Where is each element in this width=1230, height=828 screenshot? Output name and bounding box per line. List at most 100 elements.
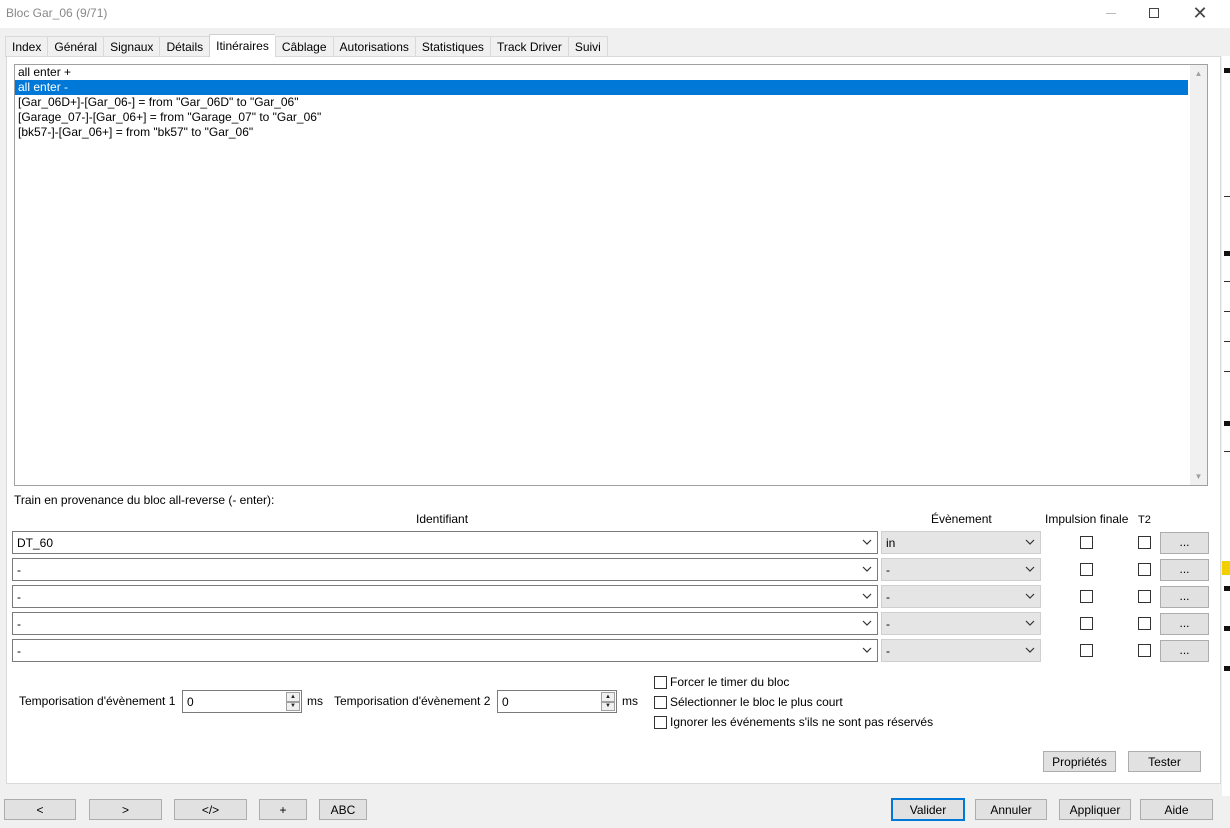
test-button[interactable]: Tester	[1128, 751, 1201, 772]
identifier-select[interactable]: -	[12, 639, 878, 662]
force-timer-checkbox[interactable]	[654, 675, 667, 689]
background-mark	[1224, 586, 1230, 591]
timer1-value: 0	[187, 694, 194, 709]
event-select[interactable]: -	[881, 639, 1041, 662]
more-button[interactable]: ...	[1160, 586, 1209, 608]
scroll-down-icon[interactable]: ▼	[1190, 468, 1207, 485]
chevron-down-icon	[862, 566, 872, 572]
cancel-button[interactable]: Annuler	[975, 799, 1047, 820]
identifier-select[interactable]: DT_60	[12, 531, 878, 554]
identifier-select[interactable]: -	[12, 612, 878, 635]
tab-signals[interactable]: Signaux	[103, 36, 160, 57]
pulse-checkbox[interactable]	[1080, 617, 1093, 630]
background-line	[1224, 281, 1230, 282]
vertical-scrollbar[interactable]: ▲ ▼	[1190, 65, 1207, 485]
t2-checkbox[interactable]	[1138, 536, 1151, 549]
tab-statistics[interactable]: Statistiques	[414, 36, 490, 57]
tab-wiring[interactable]: Câblage	[274, 36, 333, 57]
ok-button[interactable]: Valider	[891, 798, 965, 821]
spin-up-icon[interactable]: ▲	[286, 692, 300, 702]
ignore-unreserved-label: Ignorer les événements s'ils ne sont pas…	[670, 715, 934, 729]
background-line	[1224, 196, 1230, 197]
list-item[interactable]: [Garage_07-]-[Gar_06+] = from "Garage_07…	[15, 110, 1188, 125]
minimize-icon	[1106, 12, 1116, 14]
list-item-selected[interactable]: all enter -	[15, 80, 1188, 95]
background-line	[1224, 311, 1230, 312]
code-button[interactable]: </>	[174, 799, 247, 820]
tab-permissions[interactable]: Autorisations	[332, 36, 415, 57]
identifier-value: -	[17, 616, 21, 631]
properties-button[interactable]: Propriétés	[1043, 751, 1116, 772]
background-line	[1224, 371, 1230, 372]
more-button[interactable]: ...	[1160, 532, 1209, 554]
timer1-input[interactable]: 0 ▲ ▼	[182, 690, 302, 713]
shortest-option[interactable]: Sélectionner le bloc le plus court	[654, 695, 843, 709]
help-button[interactable]: Aide	[1140, 799, 1213, 820]
ignore-unreserved-option[interactable]: Ignorer les événements s'ils ne sont pas…	[654, 715, 933, 729]
t2-checkbox[interactable]	[1138, 590, 1151, 603]
ignore-unreserved-checkbox[interactable]	[654, 715, 667, 729]
event-value: -	[886, 643, 890, 658]
event-select[interactable]: -	[881, 612, 1041, 635]
more-button[interactable]: ...	[1160, 640, 1209, 662]
identifier-select[interactable]: -	[12, 558, 878, 581]
minimize-button[interactable]	[1088, 0, 1134, 26]
background-mark	[1224, 666, 1230, 671]
pulse-checkbox[interactable]	[1080, 590, 1093, 603]
pulse-header: Impulsion finale	[1045, 512, 1129, 526]
background-mark	[1224, 68, 1230, 73]
event-select[interactable]: in	[881, 531, 1041, 554]
tab-track-driver[interactable]: Track Driver	[489, 36, 568, 57]
abc-button[interactable]: ABC	[319, 799, 367, 820]
tab-details[interactable]: Détails	[159, 36, 210, 57]
tab-tracking[interactable]: Suivi	[567, 36, 608, 57]
timer1-spinner[interactable]: ▲ ▼	[286, 692, 300, 711]
timer2-input[interactable]: 0 ▲ ▼	[497, 690, 617, 713]
identifier-value: DT_60	[17, 535, 54, 550]
timer2-spinner[interactable]: ▲ ▼	[601, 692, 615, 711]
identifier-value: -	[17, 562, 21, 577]
timer2-label: Temporisation d'évènement 2	[334, 694, 491, 708]
t2-checkbox[interactable]	[1138, 563, 1151, 576]
shortest-checkbox[interactable]	[654, 695, 667, 709]
identifier-select[interactable]: -	[12, 585, 878, 608]
more-button[interactable]: ...	[1160, 613, 1209, 635]
pulse-checkbox[interactable]	[1080, 563, 1093, 576]
pulse-checkbox[interactable]	[1080, 644, 1093, 657]
list-item[interactable]: [Gar_06D+]-[Gar_06-] = from "Gar_06D" to…	[15, 95, 1188, 110]
scroll-up-icon[interactable]: ▲	[1190, 65, 1207, 82]
timer2-value: 0	[502, 694, 509, 709]
spin-down-icon[interactable]: ▼	[286, 701, 300, 711]
event-select[interactable]: -	[881, 558, 1041, 581]
tab-routes[interactable]: Itinéraires	[209, 34, 275, 57]
spin-down-icon[interactable]: ▼	[601, 701, 615, 711]
timer1-unit: ms	[307, 694, 323, 708]
maximize-button[interactable]	[1131, 0, 1177, 26]
more-button[interactable]: ...	[1160, 559, 1209, 581]
routes-list[interactable]: all enter + all enter - [Gar_06D+]-[Gar_…	[14, 64, 1208, 486]
background-window-edge	[1222, 56, 1230, 796]
event-value: in	[886, 535, 896, 550]
background-line	[1224, 451, 1230, 452]
event-value: -	[886, 589, 890, 604]
spin-up-icon[interactable]: ▲	[601, 692, 615, 702]
next-button[interactable]: >	[89, 799, 162, 820]
list-item[interactable]: [bk57-]-[Gar_06+] = from "bk57" to "Gar_…	[15, 125, 1188, 140]
chevron-down-icon	[1025, 647, 1035, 653]
event-value: -	[886, 562, 890, 577]
pulse-checkbox[interactable]	[1080, 536, 1093, 549]
add-button[interactable]: +	[259, 799, 307, 820]
list-item[interactable]: all enter +	[15, 65, 1188, 80]
event-select[interactable]: -	[881, 585, 1041, 608]
close-button[interactable]: ✕	[1177, 0, 1223, 26]
chevron-down-icon	[862, 539, 872, 545]
apply-button[interactable]: Appliquer	[1059, 799, 1131, 820]
title-bar: Bloc Gar_06 (9/71) ✕	[0, 0, 1230, 28]
tab-index[interactable]: Index	[5, 36, 48, 57]
previous-button[interactable]: <	[4, 799, 76, 820]
t2-checkbox[interactable]	[1138, 617, 1151, 630]
force-timer-option[interactable]: Forcer le timer du bloc	[654, 675, 789, 689]
t2-checkbox[interactable]	[1138, 644, 1151, 657]
tab-general[interactable]: Général	[47, 36, 104, 57]
chevron-down-icon	[1025, 539, 1035, 545]
